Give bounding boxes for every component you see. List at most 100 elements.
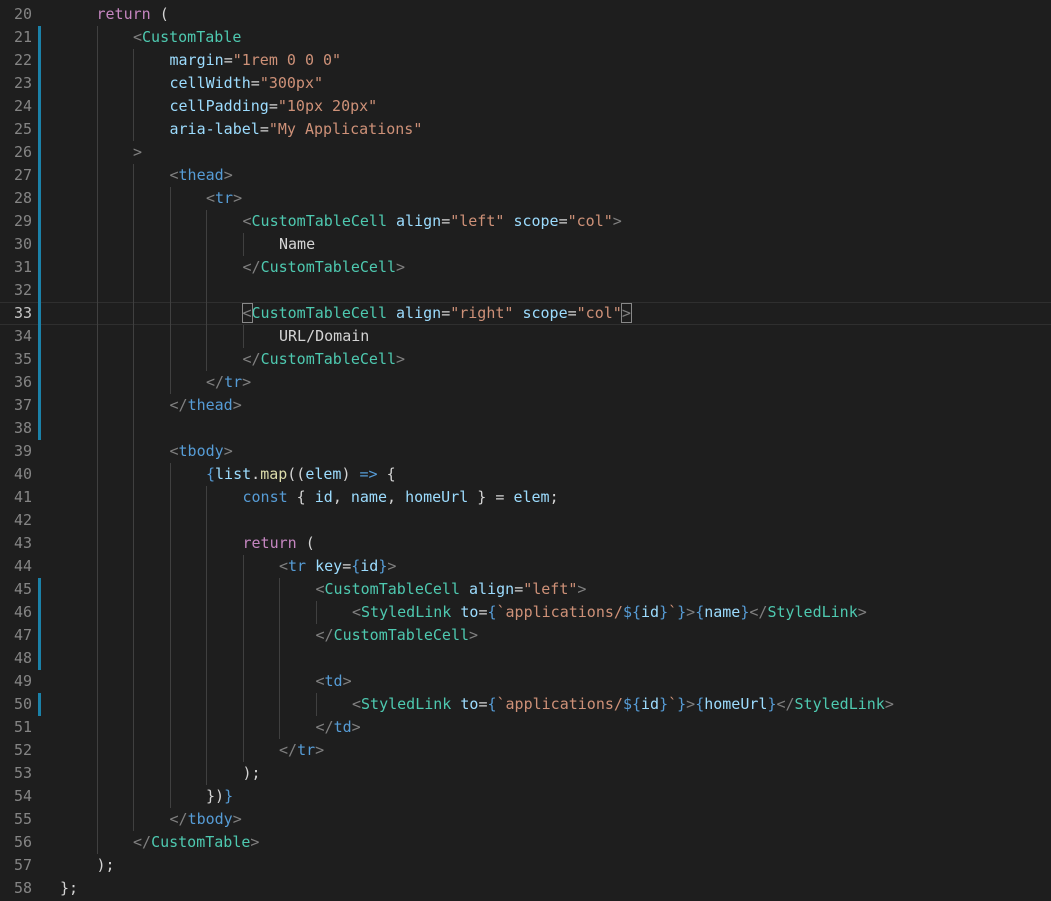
code-text: margin="1rem 0 0 0" (170, 49, 342, 72)
code-token: CustomTableCell (260, 350, 397, 368)
code-token: CustomTable (151, 833, 251, 851)
code-line[interactable]: 39 <tbody> (0, 440, 1051, 463)
code-token: homeUrl (704, 695, 768, 713)
indent-guide (96, 647, 98, 670)
indent-guide (206, 647, 207, 670)
code-token: StyledLink (361, 603, 452, 621)
code-line[interactable]: 30 Name (0, 233, 1051, 256)
code-token: = (223, 51, 233, 69)
indent-guide (133, 233, 134, 256)
code-line[interactable]: 42 (0, 509, 1051, 532)
code-line[interactable]: 44 <tr key={id}> (0, 555, 1051, 578)
code-line[interactable]: 37 </thead> (0, 394, 1051, 417)
code-line[interactable]: 31 </CustomTableCell> (0, 256, 1051, 279)
line-number: 51 (13, 718, 32, 736)
code-line[interactable]: 48 (0, 647, 1051, 670)
line-number: 33 (13, 304, 32, 322)
indent-guide (206, 348, 207, 371)
code-token: CustomTableCell (333, 626, 470, 644)
indent-guide (96, 486, 98, 509)
code-line[interactable]: 23 cellWidth="300px" (0, 72, 1051, 95)
modified-line-gutter-marker (38, 647, 41, 670)
code-token: > (577, 580, 587, 598)
indent-guide (133, 647, 134, 670)
code-line[interactable]: 49 <td> (0, 670, 1051, 693)
code-line[interactable]: 54})} (0, 785, 1051, 808)
code-line[interactable]: 58}; (0, 877, 1051, 900)
code-line[interactable]: 51 </td> (0, 716, 1051, 739)
code-token: = (514, 580, 524, 598)
code-line[interactable]: 43 return ( (0, 532, 1051, 555)
code-line[interactable]: 36 </tr> (0, 371, 1051, 394)
code-text: <CustomTable (133, 26, 241, 49)
indent-guide (133, 624, 134, 647)
code-line[interactable]: 41 const { id, name, homeUrl } = elem; (0, 486, 1051, 509)
code-line[interactable]: 32 (0, 279, 1051, 302)
code-line[interactable]: 33 <CustomTableCell align="right" scope="… (0, 302, 1051, 325)
code-line[interactable]: 29 <CustomTableCell align="left" scope="c… (0, 210, 1051, 233)
code-token: thead (187, 396, 233, 414)
indent-guide (242, 739, 244, 762)
code-token: "10px 20px" (277, 97, 378, 115)
indent-guide (133, 348, 134, 371)
code-line[interactable]: 50 <StyledLink to={`applications/${id}`}>… (0, 693, 1051, 716)
line-number: 55 (13, 810, 32, 828)
code-token: { (695, 695, 705, 713)
code-text: cellPadding="10px 20px" (170, 95, 378, 118)
code-line[interactable]: 25 aria-label="My Applications" (0, 118, 1051, 141)
code-token: = (441, 212, 451, 230)
code-token: StyledLink (767, 603, 858, 621)
code-token: < (169, 442, 179, 460)
code-line[interactable]: 52 </tr> (0, 739, 1051, 762)
code-token: const (242, 488, 288, 506)
indent-guide (133, 578, 134, 601)
code-token: return (96, 5, 151, 23)
code-text: aria-label="My Applications" (170, 118, 423, 141)
code-line[interactable]: 34 URL/Domain (0, 325, 1051, 348)
code-token: "col" (567, 212, 613, 230)
code-text: <tr> (206, 187, 242, 210)
indent-guide (169, 532, 171, 555)
code-token: ; (549, 488, 559, 506)
code-line[interactable]: 26 > (0, 141, 1051, 164)
code-line[interactable]: 21 <CustomTable (0, 26, 1051, 49)
code-token: margin (169, 51, 224, 69)
code-line[interactable]: 40 {list.map((elem) => { (0, 463, 1051, 486)
code-token: { (487, 603, 497, 621)
code-editor[interactable]: 20 return (21 <CustomTable 22 margin="1rem 0… (0, 0, 1051, 901)
code-line[interactable]: 47 </CustomTableCell> (0, 624, 1051, 647)
code-line[interactable]: 56 </CustomTable> (0, 831, 1051, 854)
code-line[interactable]: 46 <StyledLink to={`applications/${id}`}>… (0, 601, 1051, 624)
code-token: td (324, 672, 343, 690)
code-token: tr (224, 373, 243, 391)
indent-guide (242, 670, 244, 693)
line-number: 42 (13, 511, 32, 529)
indent-guide (96, 233, 98, 256)
modified-line-gutter-marker (38, 601, 41, 624)
code-line[interactable]: 45 <CustomTableCell align="left"> (0, 578, 1051, 601)
indent-guide (133, 555, 134, 578)
code-token: > (242, 373, 252, 391)
code-line[interactable]: 27 <thead> (0, 164, 1051, 187)
code-line[interactable]: 55 </tbody> (0, 808, 1051, 831)
code-line[interactable]: 35 </CustomTableCell> (0, 348, 1051, 371)
indent-guide (96, 371, 98, 394)
code-token: </ (279, 741, 298, 759)
code-token: { (206, 465, 216, 483)
code-token: </ (315, 718, 334, 736)
code-line[interactable]: 53); (0, 762, 1051, 785)
code-line[interactable]: 28 <tr> (0, 187, 1051, 210)
indent-guide (169, 463, 171, 486)
code-token: URL/Domain (279, 327, 370, 345)
code-line[interactable]: 24 cellPadding="10px 20px" (0, 95, 1051, 118)
code-line[interactable]: 20 return ( (0, 3, 1051, 26)
code-line[interactable]: 22 margin="1rem 0 0 0" (0, 49, 1051, 72)
code-line[interactable]: 57); (0, 854, 1051, 877)
code-token: } = (468, 488, 514, 506)
code-token: (( (287, 465, 306, 483)
indent-guide (133, 509, 134, 532)
code-line[interactable]: 38 (0, 417, 1051, 440)
code-token: }; (60, 879, 79, 897)
